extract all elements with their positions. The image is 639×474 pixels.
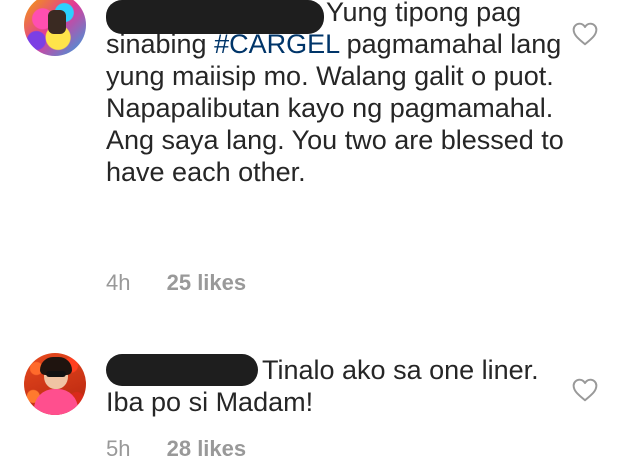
avatar-photo — [34, 389, 78, 415]
redacted-username — [106, 0, 324, 34]
avatar-photo — [48, 10, 66, 34]
heart-outline-icon[interactable] — [572, 378, 598, 402]
comment-item: Yung tipong pag sinabing #CARGEL pagmama… — [0, 0, 639, 320]
commenter-avatar[interactable] — [24, 0, 86, 56]
comment-likes-count[interactable]: 25 likes — [167, 270, 247, 296]
comment-meta: 4h 25 likes — [106, 270, 246, 296]
comment-likes-count[interactable]: 28 likes — [167, 436, 247, 462]
comment-timestamp: 5h — [106, 436, 131, 461]
heart-outline-icon[interactable] — [572, 22, 598, 46]
comment-timestamp: 4h — [106, 270, 131, 295]
avatar-sunglasses — [46, 371, 66, 377]
redacted-username — [106, 354, 258, 386]
comment-item: Tinalo ako sa one liner. Iba po si Madam… — [0, 340, 639, 474]
comment-meta: 5h 28 likes — [106, 436, 246, 462]
commenter-avatar[interactable] — [24, 353, 86, 415]
